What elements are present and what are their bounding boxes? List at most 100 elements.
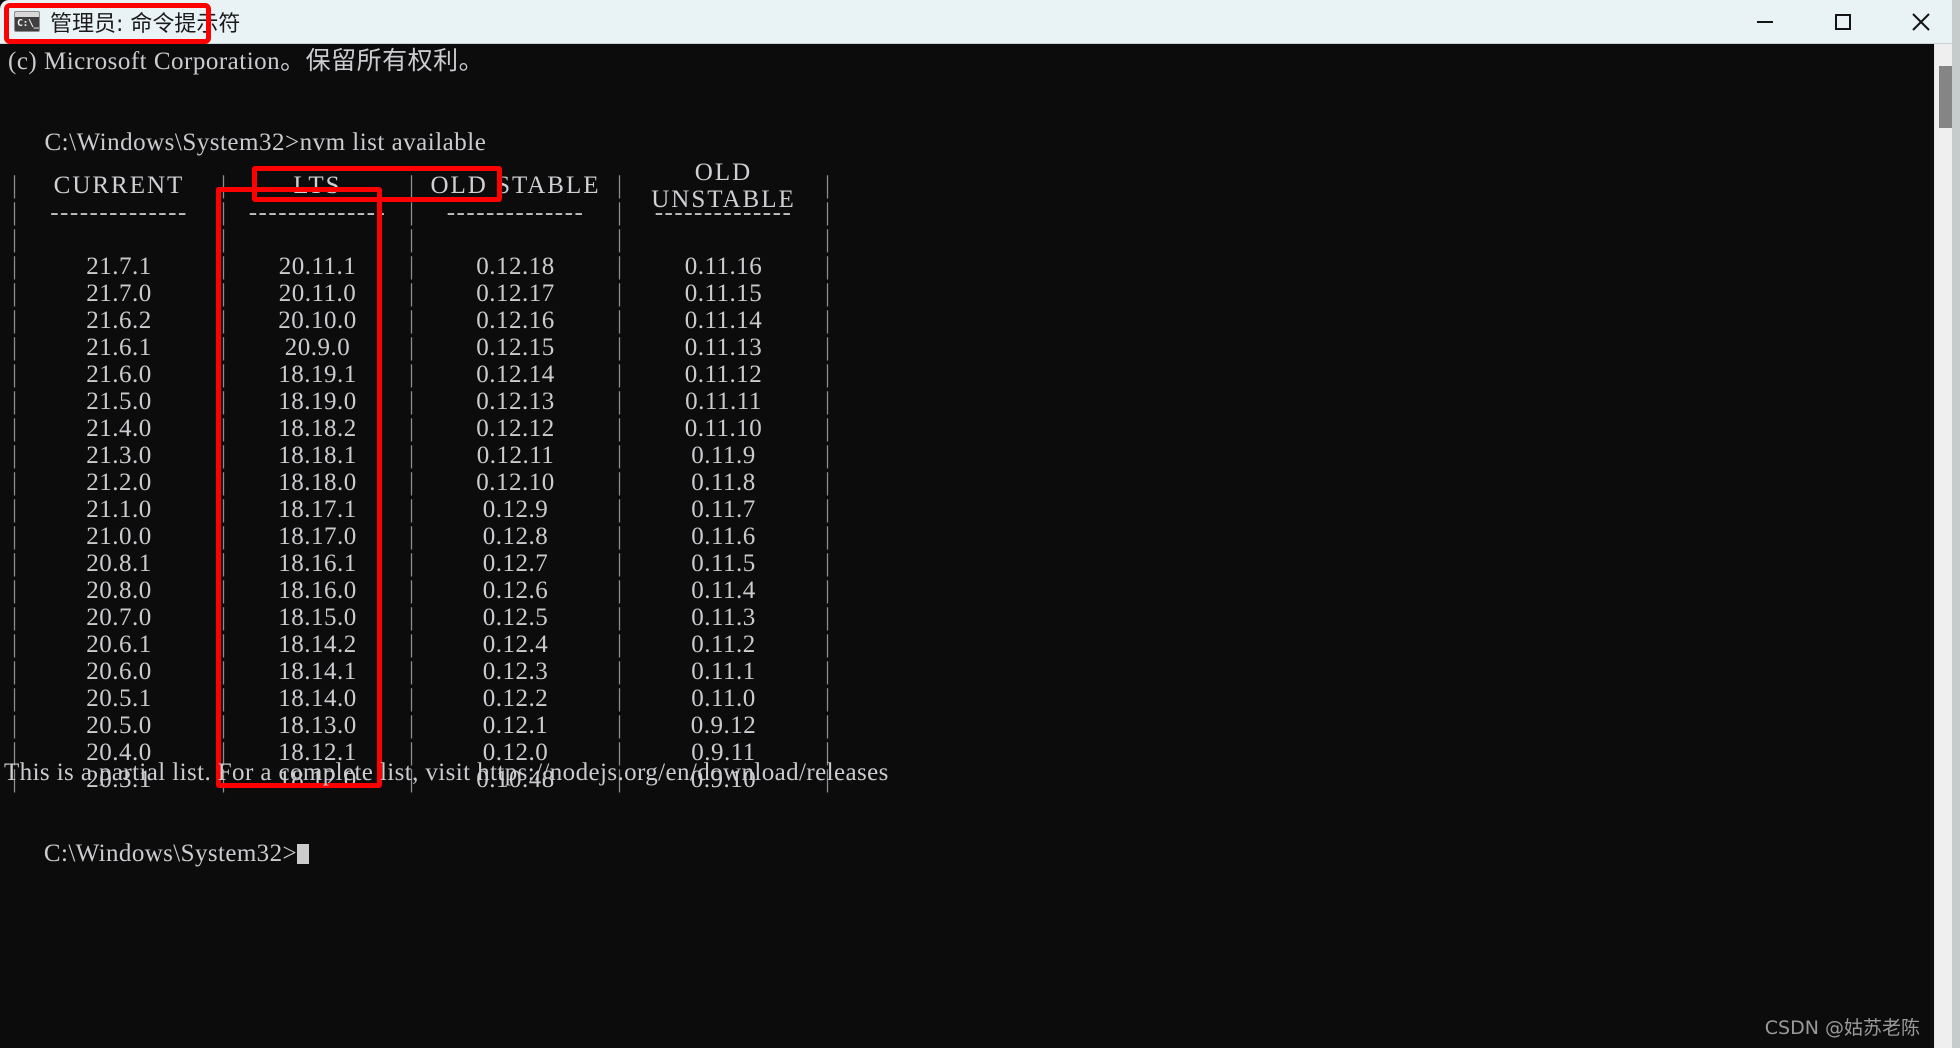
copyright-line: (c) Microsoft Corporation。保留所有权利。 (8, 48, 485, 75)
table-separator: | (408, 199, 414, 226)
table-separator: | (11, 550, 17, 577)
table-separator: | (220, 172, 226, 199)
table-separator: | (11, 307, 17, 334)
table-row: | 21.0.0 | 18.17.0 | 0.12.8 | 0.11.6 | (8, 523, 988, 550)
table-row: | 20.5.1 | 18.14.0 | 0.12.2 | 0.11.0 | (8, 685, 988, 712)
cell-lts: 18.14.2 (278, 631, 357, 658)
table-separator: | (11, 199, 17, 226)
table-separator: | (616, 253, 622, 280)
table-separator: | (11, 631, 17, 658)
cell-current: 20.5.0 (86, 712, 152, 739)
table-separator: | (408, 712, 414, 739)
window-right-border (1952, 0, 1960, 1048)
table-separator: | (824, 199, 830, 226)
cmd-prompt-icon: C:\_ (14, 11, 40, 32)
table-body: | 21.7.1 | 20.11.1 | 0.12.18 | 0.11.16 | | 21.7.0 |… (8, 253, 988, 793)
cell-lts: 18.14.0 (278, 685, 357, 712)
table-separator: | (408, 631, 414, 658)
table-row: | 21.1.0 | 18.17.1 | 0.12.9 | 0.11.7 | (8, 496, 988, 523)
cell-old-unstable: 0.11.13 (684, 334, 763, 361)
cell-old-stable: 0.12.16 (476, 307, 555, 334)
table-row: | 21.6.2 | 20.10.0 | 0.12.16 | 0.11.14 | (8, 307, 988, 334)
table-separator: | (824, 577, 830, 604)
table-spacer-row: | | | | | (8, 226, 988, 253)
table-separator: | (824, 361, 830, 388)
table-header-row: | CURRENT | LTS | OLD STABLE | OLD UNSTA… (8, 159, 988, 213)
rule-old-unstable: -------------- (654, 199, 793, 226)
table-separator: | (220, 496, 226, 523)
cell-old-stable: 0.12.13 (476, 388, 555, 415)
table-row: | 21.2.0 | 18.18.0 | 0.12.10 | 0.11.8 | (8, 469, 988, 496)
table-separator: | (616, 226, 622, 253)
maximize-button[interactable] (1804, 0, 1882, 44)
table-separator: | (220, 280, 226, 307)
cell-lts: 18.19.0 (278, 388, 357, 415)
table-separator: | (616, 307, 622, 334)
table-separator: | (616, 550, 622, 577)
final-prompt-row[interactable]: C:\Windows\System32> (4, 813, 309, 894)
table-separator: | (220, 388, 226, 415)
cell-lts: 18.14.1 (278, 658, 357, 685)
cell-lts: 18.15.0 (278, 604, 357, 631)
table-separator: | (11, 712, 17, 739)
cell-old-stable: 0.12.10 (476, 469, 555, 496)
cell-lts: 18.18.0 (278, 469, 357, 496)
cell-current: 21.7.0 (86, 280, 152, 307)
cell-lts: 18.18.2 (278, 415, 357, 442)
column-header-old-stable: OLD STABLE (430, 172, 601, 199)
table-row: | 21.7.0 | 20.11.0 | 0.12.17 | 0.11.15 | (8, 280, 988, 307)
cell-current: 20.8.0 (86, 577, 152, 604)
table-separator: | (408, 658, 414, 685)
table-separator: | (220, 685, 226, 712)
close-icon (1912, 13, 1930, 31)
table-row: | 21.3.0 | 18.18.1 | 0.12.11 | 0.11.9 | (8, 442, 988, 469)
table-separator: | (220, 199, 226, 226)
cell-current: 20.6.1 (86, 631, 152, 658)
column-header-lts: LTS (293, 172, 342, 199)
table-separator: | (11, 469, 17, 496)
terminal-surface[interactable]: (c) Microsoft Corporation。保留所有权利。 C:\Win… (0, 44, 1960, 1048)
window-titlebar[interactable]: C:\_ 管理员: 命令提示符 (0, 0, 1960, 44)
command-prompt-window: C:\_ 管理员: 命令提示符 (c) Microsoft Corporatio… (0, 0, 1960, 1048)
table-separator: | (408, 226, 414, 253)
table-row: | 20.8.0 | 18.16.0 | 0.12.6 | 0.11.4 | (8, 577, 988, 604)
table-separator: | (616, 496, 622, 523)
minimize-button[interactable] (1726, 0, 1804, 44)
table-separator: | (11, 172, 17, 199)
table-separator: | (616, 469, 622, 496)
table-separator: | (616, 658, 622, 685)
table-separator: | (11, 577, 17, 604)
cell-old-stable: 0.12.11 (476, 442, 555, 469)
cell-current: 21.2.0 (86, 469, 152, 496)
rule-current: -------------- (50, 199, 188, 226)
text-cursor (296, 844, 309, 864)
cell-old-unstable: 0.11.10 (684, 415, 763, 442)
cell-lts: 20.11.0 (278, 280, 357, 307)
cell-old-stable: 0.12.18 (476, 253, 555, 280)
cell-old-stable: 0.12.15 (476, 334, 555, 361)
table-separator: | (220, 307, 226, 334)
table-separator: | (824, 226, 830, 253)
table-separator: | (616, 334, 622, 361)
cell-old-stable: 0.12.2 (482, 685, 549, 712)
table-separator: | (408, 577, 414, 604)
table-separator: | (11, 280, 17, 307)
table-separator: | (11, 361, 17, 388)
table-separator: | (824, 172, 830, 199)
table-separator: | (616, 685, 622, 712)
close-button[interactable] (1882, 0, 1960, 44)
table-separator: | (408, 172, 414, 199)
cell-current: 21.6.0 (86, 361, 152, 388)
table-separator: | (11, 226, 17, 253)
table-separator: | (220, 712, 226, 739)
cell-old-unstable: 0.11.15 (684, 280, 763, 307)
table-row: | 21.4.0 | 18.18.2 | 0.12.12 | 0.11.10 | (8, 415, 988, 442)
cell-lts: 18.13.0 (278, 712, 357, 739)
watermark: CSDN @姑苏老陈 (1764, 1017, 1920, 1039)
table-separator: | (408, 334, 414, 361)
cell-current: 20.5.1 (86, 685, 152, 712)
table-row: | 20.6.1 | 18.14.2 | 0.12.4 | 0.11.2 | (8, 631, 988, 658)
cell-old-unstable: 0.11.12 (684, 361, 763, 388)
table-separator: | (408, 550, 414, 577)
cell-old-stable: 0.12.14 (476, 361, 555, 388)
